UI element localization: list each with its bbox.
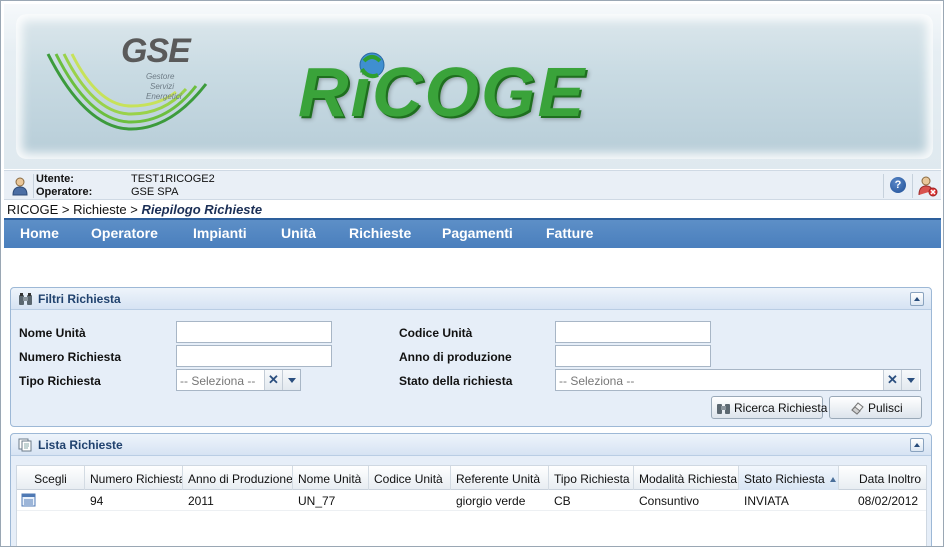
- filters-panel: Filtri Richiesta Nome Unità Codice Unità…: [10, 287, 932, 427]
- tipo-richiesta-placeholder: -- Seleziona --: [180, 374, 256, 388]
- column-header-stato-richiesta[interactable]: Stato Richiesta: [739, 466, 839, 490]
- filters-panel-header: Filtri Richiesta: [11, 288, 931, 310]
- column-header-modalita-richiesta[interactable]: Modalità Richiesta: [634, 466, 739, 490]
- divider: [33, 174, 34, 198]
- codice-unita-input[interactable]: [555, 321, 711, 343]
- anno-produzione-input[interactable]: [555, 345, 711, 367]
- eraser-icon: [851, 402, 864, 415]
- table-header: Scegli Numero Richiesta Anno di Produzio…: [17, 466, 926, 490]
- column-header-anno-produzione[interactable]: Anno di Produzione: [183, 466, 293, 490]
- column-header-nome-unita[interactable]: Nome Unità: [293, 466, 369, 490]
- anno-produzione-label: Anno di produzione: [399, 350, 512, 364]
- cell-codice-unita: [374, 490, 450, 511]
- gse-tagline-line-1: Gestore: [146, 72, 175, 81]
- select-row-icon[interactable]: [21, 493, 36, 507]
- codice-unita-label: Codice Unità: [399, 326, 473, 340]
- ricerca-richiesta-button[interactable]: Ricerca Richiesta: [711, 396, 827, 419]
- gse-tagline-line-3: Energetici: [146, 92, 182, 101]
- nav-item-fatture[interactable]: Fatture: [546, 225, 593, 241]
- gse-tagline-line-2: Servizi: [150, 82, 175, 91]
- breadcrumb-root[interactable]: RICOGE: [7, 202, 58, 217]
- chevron-down-icon[interactable]: [282, 370, 300, 390]
- header-banner: GSE Gestore Servizi Energetici RiCOGE: [4, 4, 941, 169]
- ricerca-richiesta-label: Ricerca Richiesta: [734, 401, 828, 415]
- gse-logo-text: GSE: [121, 32, 191, 70]
- nav-item-home[interactable]: Home: [20, 225, 59, 241]
- nome-unita-input[interactable]: [176, 321, 332, 343]
- operator-value: GSE SPA: [131, 186, 179, 198]
- nav-item-operatore[interactable]: Operatore: [91, 225, 158, 241]
- nav-item-impianti[interactable]: Impianti: [193, 225, 247, 241]
- column-header-data-inoltro[interactable]: Data Inoltro: [839, 466, 928, 490]
- breadcrumb: RICOGE > Richieste > Riepilogo Richieste: [7, 202, 262, 217]
- cell-tipo-richiesta: CB: [554, 494, 571, 508]
- column-header-numero-richiesta[interactable]: Numero Richiesta: [85, 466, 183, 490]
- column-header-referente-unita[interactable]: Referente Unità: [451, 466, 549, 490]
- user-label: Utente:: [36, 173, 74, 185]
- list-panel-header: Lista Richieste: [11, 434, 931, 456]
- column-header-tipo-richiesta[interactable]: Tipo Richiesta: [549, 466, 634, 490]
- nav-item-pagamenti[interactable]: Pagamenti: [442, 225, 513, 241]
- breadcrumb-current: Riepilogo Richieste: [141, 202, 263, 217]
- table-row[interactable]: 94 2011 UN_77 giorgio verde CB Consuntiv…: [17, 490, 926, 511]
- divider: [912, 174, 913, 198]
- requests-table: Scegli Numero Richiesta Anno di Produzio…: [16, 465, 927, 546]
- list-panel-title: Lista Richieste: [38, 438, 123, 452]
- breadcrumb-separator: >: [130, 202, 138, 217]
- recycle-globe-icon: [359, 52, 385, 79]
- cell-modalita-richiesta: Consuntivo: [639, 494, 700, 508]
- gse-tagline: Gestore Servizi Energetici: [146, 72, 182, 102]
- cell-numero-richiesta: 94: [90, 494, 104, 508]
- column-header-stato-richiesta-label: Stato Richiesta: [744, 472, 825, 486]
- cell-anno-produzione: 2011: [188, 494, 214, 508]
- binoculars-icon: [19, 293, 32, 305]
- user-value: TEST1RICOGE2: [131, 173, 215, 185]
- numero-richiesta-input[interactable]: [176, 345, 332, 367]
- binoculars-icon: [717, 404, 730, 414]
- sort-ascending-icon: [830, 477, 837, 482]
- pulisci-button[interactable]: Pulisci: [829, 396, 922, 419]
- clear-stato-richiesta-icon[interactable]: ✕: [883, 370, 901, 390]
- nome-unita-label: Nome Unità: [19, 326, 86, 340]
- tipo-richiesta-label: Tipo Richiesta: [19, 374, 101, 388]
- user-info-bar: Utente: TEST1RICOGE2 Operatore: GSE SPA …: [4, 170, 941, 200]
- collapse-filters-button[interactable]: [910, 292, 924, 306]
- operator-label: Operatore:: [36, 186, 93, 198]
- stato-richiesta-label: Stato della richiesta: [399, 374, 513, 388]
- divider: [883, 174, 884, 198]
- logout-icon[interactable]: [918, 175, 938, 197]
- main-nav: Home Operatore Impianti Unità Richieste …: [4, 218, 941, 248]
- banner-background: GSE Gestore Servizi Energetici RiCOGE: [16, 14, 933, 159]
- app-window: GSE Gestore Servizi Energetici RiCOGE Ut…: [0, 0, 944, 547]
- tipo-richiesta-select[interactable]: -- Seleziona -- ✕: [176, 369, 301, 391]
- nav-item-richieste[interactable]: Richieste: [349, 225, 411, 241]
- list-panel: Lista Richieste Scegli Numero Richiesta …: [10, 433, 932, 546]
- breadcrumb-separator: >: [61, 202, 70, 217]
- stato-richiesta-select[interactable]: -- Seleziona -- ✕: [555, 369, 921, 391]
- app-logo-text: RiCOGE: [298, 53, 587, 131]
- help-icon[interactable]: ?: [890, 177, 906, 193]
- filters-panel-title: Filtri Richiesta: [38, 292, 121, 306]
- cell-stato-richiesta: INVIATA: [744, 494, 789, 508]
- nav-item-unita[interactable]: Unità: [281, 225, 316, 241]
- column-header-scegli[interactable]: Scegli: [17, 466, 85, 490]
- breadcrumb-richieste[interactable]: Richieste: [73, 202, 126, 217]
- cell-referente-unita: giorgio verde: [456, 494, 526, 508]
- numero-richiesta-label: Numero Richiesta: [19, 350, 122, 364]
- chevron-down-icon[interactable]: [901, 370, 919, 390]
- cell-data-inoltro: 08/02/2012: [858, 494, 919, 508]
- column-header-codice-unita[interactable]: Codice Unità: [369, 466, 451, 490]
- collapse-list-button[interactable]: [910, 438, 924, 452]
- clear-tipo-richiesta-icon[interactable]: ✕: [264, 370, 282, 390]
- stato-richiesta-placeholder: -- Seleziona --: [559, 374, 635, 388]
- documents-icon: [18, 438, 32, 452]
- pulisci-label: Pulisci: [868, 401, 903, 415]
- user-icon: [12, 177, 28, 196]
- cell-nome-unita: UN_77: [298, 494, 336, 508]
